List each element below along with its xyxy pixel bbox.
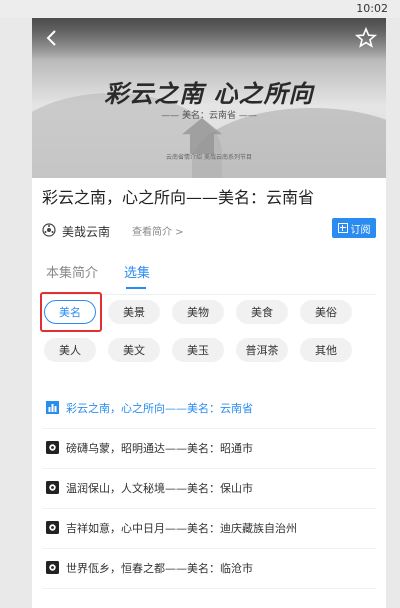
- tab-episodes[interactable]: 选集: [124, 262, 150, 281]
- episode-title: 世界佤乡，恒春之都——美名：临沧市: [66, 562, 253, 575]
- banner-caption: 云南省情介绍 美哉云南系列节目: [166, 154, 252, 161]
- banner-image: 彩云之南 心之所向 —— 美名：云南省 —— 云南省情介绍 美哉云南系列节目: [32, 18, 386, 178]
- program-title: 彩云之南，心之所向——美名：云南省: [42, 188, 315, 207]
- episode-title: 磅礴乌蒙，昭明通达——美名：昭通市: [66, 442, 253, 455]
- view-intro-link[interactable]: 查看简介 >: [132, 223, 184, 238]
- plus-icon: [337, 223, 348, 233]
- channel-logo-icon: [42, 223, 56, 237]
- category-chip-puer-tea[interactable]: 普洱茶: [236, 338, 288, 362]
- program-card: 彩云之南 心之所向 —— 美名：云南省 —— 云南省情介绍 美哉云南系列节目 彩…: [32, 18, 386, 608]
- category-chip-meishi[interactable]: 美食: [236, 300, 288, 324]
- banner-subtitle: —— 美名：云南省 ——: [161, 111, 257, 121]
- tab-episode-intro[interactable]: 本集简介: [46, 262, 98, 281]
- category-chip-meiren[interactable]: 美人: [44, 338, 96, 362]
- episode-title: 彩云之南，心之所向——美名：云南省: [66, 402, 253, 415]
- play-icon: [46, 441, 59, 454]
- back-arrow-icon[interactable]: [40, 26, 64, 50]
- playing-bars-icon: [46, 401, 59, 414]
- status-bar: 10:02: [0, 0, 400, 18]
- category-chip-meiming[interactable]: 美名: [44, 300, 96, 324]
- status-time: 10:02: [356, 2, 388, 15]
- episode-title: 温润保山，人文秘境——美名：保山市: [66, 482, 253, 495]
- active-tab-indicator: [126, 287, 146, 289]
- category-chip-meiwen[interactable]: 美文: [108, 338, 160, 362]
- category-chip-meijing[interactable]: 美景: [108, 300, 160, 324]
- episode-item[interactable]: 吉祥如意，心中日月——美名：迪庆藏族自治州: [42, 508, 376, 549]
- play-icon: [46, 521, 59, 534]
- episode-title: 吉祥如意，心中日月——美名：迪庆藏族自治州: [66, 522, 297, 535]
- category-chip-other[interactable]: 其他: [300, 338, 352, 362]
- episode-item[interactable]: 温润保山，人文秘境——美名：保山市: [42, 468, 376, 509]
- star-icon[interactable]: [354, 26, 378, 50]
- category-chip-meiwu[interactable]: 美物: [172, 300, 224, 324]
- subscribe-label: 订阅: [350, 224, 371, 236]
- channel-name[interactable]: 美哉云南: [62, 223, 110, 240]
- category-chip-meiyu[interactable]: 美玉: [172, 338, 224, 362]
- category-chip-meisu[interactable]: 美俗: [300, 300, 352, 324]
- program-meta: 美哉云南 查看简介 >: [42, 220, 382, 242]
- banner-shade: [32, 18, 386, 60]
- banner-headline: 彩云之南 心之所向: [104, 79, 314, 108]
- episode-item[interactable]: 磅礴乌蒙，昭明通达——美名：昭通市: [42, 428, 376, 469]
- episode-item[interactable]: 彩云之南，心之所向——美名：云南省: [42, 388, 376, 429]
- play-icon: [46, 481, 59, 494]
- play-icon: [46, 561, 59, 574]
- subscribe-button[interactable]: 订阅: [332, 218, 376, 238]
- episode-item[interactable]: 世界佤乡，恒春之都——美名：临沧市: [42, 548, 376, 589]
- tab-bar: 本集简介 选集: [46, 262, 376, 292]
